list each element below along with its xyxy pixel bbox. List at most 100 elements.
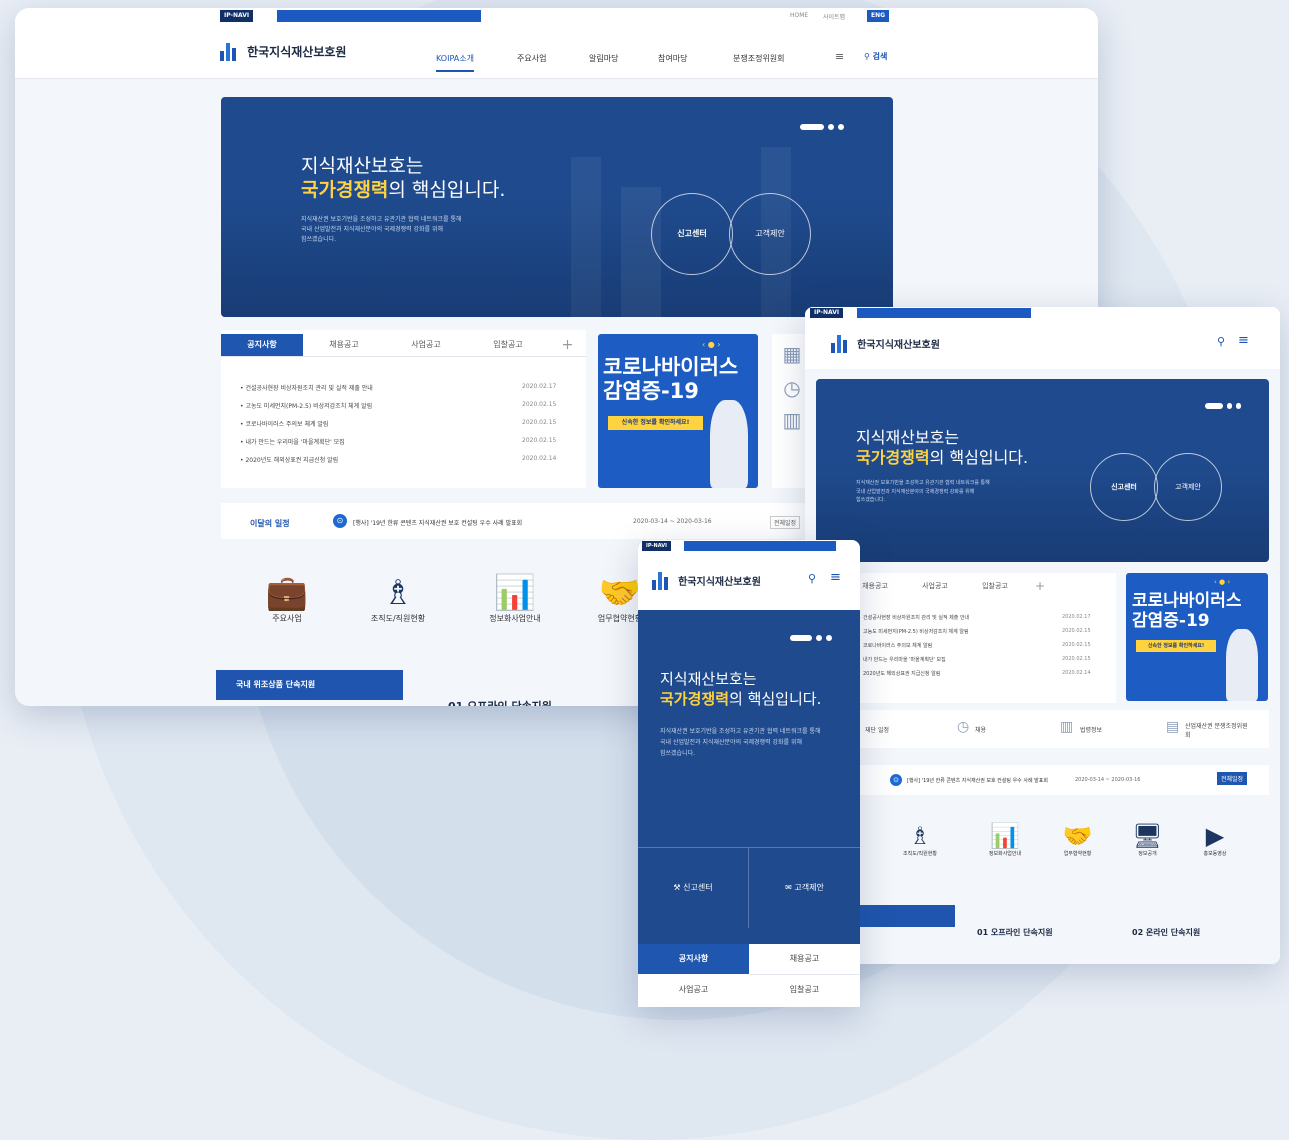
more-plus-icon[interactable]: + — [549, 334, 586, 356]
site-logo[interactable]: 한국지식재산보호원 — [652, 570, 761, 590]
menu-icon[interactable]: ≡ — [830, 570, 841, 585]
menu-icon[interactable]: ≡ — [1238, 333, 1249, 348]
nav-dispute[interactable]: 분쟁조정위원회 — [733, 53, 785, 64]
sitemap-link[interactable]: 사이트맵 — [823, 12, 845, 21]
schedule-more-button[interactable]: 전체일정 — [1217, 772, 1248, 785]
banner-nav-icon[interactable]: ‹ ● › — [1214, 578, 1230, 586]
top-tab-link[interactable] — [684, 541, 742, 551]
quick-video[interactable]: ▶ 홍보동영상 — [1185, 822, 1245, 857]
ipnavi-link[interactable]: IP-NAVI — [810, 308, 844, 318]
top-tab-link[interactable] — [857, 308, 935, 318]
hero-line1: 지식재산보호는 — [301, 155, 424, 177]
clock-icon: ◷ — [957, 719, 970, 735]
nav-participation[interactable]: 참여마당 — [658, 53, 687, 64]
tab-bid[interactable]: 입찰공고 — [965, 575, 1025, 597]
eng-link[interactable]: ENG — [867, 10, 890, 22]
nav-business[interactable]: 주요사업 — [517, 53, 546, 64]
hero-desc-line: 힘쓰겠습니다. — [301, 236, 337, 244]
nav-notice[interactable]: 알림마당 — [589, 53, 618, 64]
notice-item[interactable]: 고농도 미세먼지(PM-2.5) 비상저감조치 체계 알림 — [863, 628, 969, 635]
notice-date: 2020.02.15 — [522, 401, 557, 408]
corona-line1: 코로나바이러스 — [1132, 591, 1242, 611]
proposal-button[interactable]: 고객제안 — [1154, 453, 1222, 521]
hero-desc-line: 힘쓰겠습니다. — [856, 497, 886, 503]
report-center-label: 신고센터 — [683, 883, 713, 892]
quick-org[interactable]: ♗ 조직도/직원현황 — [358, 573, 438, 624]
corona-line2: 감염증-19 — [1132, 611, 1210, 631]
top-tab-link[interactable] — [987, 308, 1031, 318]
top-tab-link[interactable] — [361, 10, 433, 22]
tab-business[interactable]: 사업공고 — [638, 975, 749, 1005]
section-label[interactable] — [845, 905, 955, 927]
hero-banner: 지식재산보호는 국가경쟁력의 핵심입니다. 지식재산권 보호기반을 조성하고 유… — [221, 97, 893, 317]
chat-icon: ✉ — [785, 883, 792, 892]
quick-label: 주요사업 — [272, 614, 302, 623]
top-tab-link[interactable] — [429, 10, 481, 22]
notice-item[interactable]: 내가 만드는 우리마을 '마을계획단' 모집 — [863, 656, 946, 663]
tab-recruit[interactable]: 채용공고 — [303, 334, 385, 356]
schedule-item[interactable]: [행사] '19년 한류 콘텐츠 지식재산권 보호 컨설팅 우수 사례 발표회 — [353, 518, 522, 527]
quick-mou[interactable]: 🤝 업무협약현황 — [1050, 822, 1105, 857]
tab-notice[interactable]: 공지사항 — [221, 334, 303, 356]
notice-item[interactable]: • 2020년도 해외상표권 지급신청 알림 — [240, 455, 338, 464]
notice-item[interactable]: 건설공사현장 비상자원조치 관리 및 실적 제출 안내 — [863, 614, 969, 621]
menu-icon[interactable]: ≡ — [835, 50, 844, 63]
nav-koipa[interactable]: KOIPA소개 — [436, 53, 474, 72]
gavel-icon: ⚒ — [673, 883, 681, 892]
site-logo[interactable]: 한국지식재산보호원 — [220, 41, 346, 61]
tab-notice[interactable]: 공지사항 — [638, 944, 749, 974]
quick-info[interactable]: 📊 정보화사업안내 — [470, 573, 560, 624]
building-icon: ▥ — [1060, 719, 1074, 735]
notice-item[interactable]: 2020년도 해외상표권 지급신청 알림 — [863, 670, 940, 677]
ipnavi-link[interactable]: IP-NAVI — [220, 10, 254, 22]
tab-business[interactable]: 사업공고 — [385, 334, 467, 356]
top-tab-link[interactable] — [738, 541, 798, 551]
quick-business[interactable]: 💼 주요사업 — [257, 573, 317, 624]
side-link-schedule[interactable]: 재단 일정 — [865, 725, 889, 734]
top-tab-link[interactable] — [277, 10, 365, 22]
notice-item[interactable]: 코로나바이러스 주의보 체계 알림 — [863, 642, 932, 649]
hero-pager[interactable] — [1201, 395, 1241, 414]
notice-date: 2020.02.17 — [1062, 614, 1091, 620]
corona-banner[interactable]: ‹ ● › 코로나바이러스 감염증-19 신속한 정보를 확인하세요! — [1126, 573, 1268, 701]
banner-nav-icon[interactable]: ‹ ● › — [702, 340, 720, 349]
section-label[interactable]: 국내 위조상품 단속지원 — [216, 670, 403, 700]
report-center-button[interactable]: 신고센터 — [651, 193, 733, 275]
proposal-button[interactable]: 고객제안 — [729, 193, 811, 275]
quick-org[interactable]: ♗ 조직도/직원현황 — [890, 822, 950, 857]
tab-recruit[interactable]: 채용공고 — [749, 944, 860, 975]
search-icon[interactable]: ⚲ — [1217, 335, 1225, 348]
corona-banner[interactable]: ‹ ● › 코로나바이러스 감염증-19 신속한 정보를 확인하세요! — [598, 334, 758, 488]
home-link[interactable]: HOME — [790, 12, 808, 19]
quick-label: 조직도/직원현황 — [370, 614, 426, 623]
ipnavi-link[interactable]: IP-NAVI — [642, 541, 671, 551]
search-button[interactable]: ⚲ 검색 — [864, 51, 887, 62]
notice-item[interactable]: • 건설공사현장 비상자원조치 관리 및 실적 제출 안내 — [240, 383, 373, 392]
report-center-button[interactable]: ⚒ 신고센터 — [638, 847, 749, 928]
top-tab-link[interactable] — [794, 541, 836, 551]
notice-tabs: 채용공고 사업공고 입찰공고 + — [845, 575, 1055, 597]
proposal-button[interactable]: ✉ 고객제안 — [749, 847, 860, 928]
tab-bid[interactable]: 입찰공고 — [749, 975, 860, 1005]
quick-info[interactable]: 📊 정보화사업안내 — [970, 822, 1040, 857]
tab-business[interactable]: 사업공고 — [905, 575, 965, 597]
hero-pager[interactable] — [796, 116, 844, 135]
site-logo[interactable]: 한국지식재산보호원 — [831, 333, 940, 353]
notice-item[interactable]: • 내가 만드는 우리마을 '마을계획단' 모집 — [240, 437, 345, 446]
quick-label: 업무협약현황 — [597, 614, 643, 623]
top-tab-link[interactable] — [931, 308, 991, 318]
side-link-recruit[interactable]: 채용 — [975, 725, 986, 734]
schedule-icon: ⊙ — [890, 774, 902, 786]
schedule-more-button[interactable]: 전체일정 — [770, 516, 801, 529]
search-icon[interactable]: ⚲ — [808, 572, 816, 585]
notice-item[interactable]: • 코로나바이러스 주의보 체계 알림 — [240, 419, 328, 428]
report-center-button[interactable]: 신고센터 — [1090, 453, 1158, 521]
hero-pager[interactable] — [786, 627, 832, 646]
side-link-dispute[interactable]: 산업재산권 분쟁조정위원회 — [1185, 721, 1250, 739]
tab-bid[interactable]: 입찰공고 — [467, 334, 549, 356]
notice-item[interactable]: • 고농도 미세먼지(PM-2.5) 비상저감조치 체계 알림 — [240, 401, 372, 410]
quick-open[interactable]: 🖥 정보공개 — [1120, 822, 1175, 857]
more-plus-icon[interactable]: + — [1025, 575, 1055, 597]
side-link-law[interactable]: 법령정보 — [1080, 725, 1102, 734]
schedule-item[interactable]: [행사] '19년 한류 콘텐츠 지식재산권 보호 컨설팅 우수 사례 발표회 — [907, 777, 1067, 784]
